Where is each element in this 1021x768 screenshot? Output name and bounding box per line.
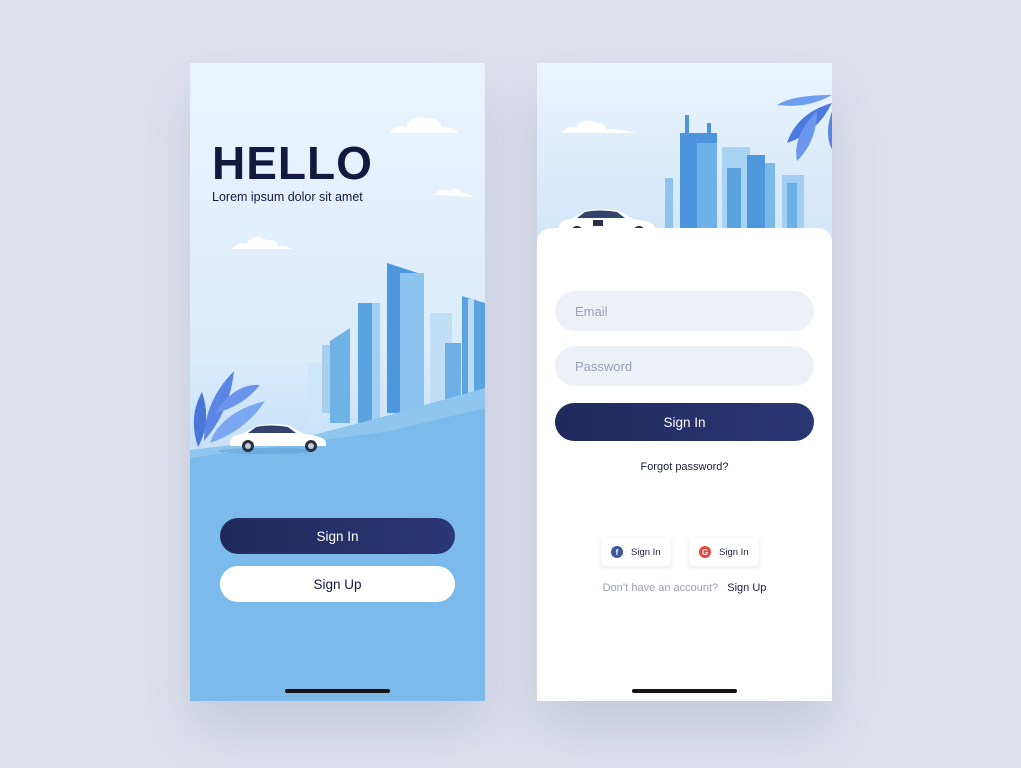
google-sign-in-label: Sign In <box>719 546 749 558</box>
home-indicator <box>632 689 737 693</box>
sign-up-button[interactable]: Sign Up <box>220 566 455 602</box>
sign-up-link[interactable]: Sign Up <box>727 582 766 594</box>
google-plus-icon: G <box>699 546 711 558</box>
forgot-password-link[interactable]: Forgot password? <box>537 461 832 473</box>
no-account-text: Don’t have an account? <box>602 582 719 594</box>
sign-in-button[interactable]: Sign In <box>220 518 455 554</box>
facebook-icon: f <box>611 546 623 558</box>
home-indicator <box>285 689 390 693</box>
login-screen: Sign In Forgot password? f Sign In G Sig… <box>537 63 832 701</box>
password-field[interactable] <box>555 346 814 386</box>
welcome-screen: HELLO Lorem ipsum dolor sit amet Sign In… <box>190 63 485 701</box>
google-sign-in-button[interactable]: G Sign In <box>689 538 759 566</box>
hello-title: HELLO <box>212 137 373 189</box>
sign-in-button[interactable]: Sign In <box>555 403 814 441</box>
hello-subtitle: Lorem ipsum dolor sit amet <box>212 190 363 204</box>
facebook-sign-in-label: Sign In <box>631 546 661 558</box>
sign-up-prompt: Don’t have an account? Sign Up <box>537 582 832 594</box>
email-field[interactable] <box>555 291 814 331</box>
canvas: HELLO Lorem ipsum dolor sit amet Sign In… <box>0 0 1021 768</box>
login-card: Sign In Forgot password? f Sign In G Sig… <box>537 228 832 701</box>
facebook-sign-in-button[interactable]: f Sign In <box>601 538 671 566</box>
